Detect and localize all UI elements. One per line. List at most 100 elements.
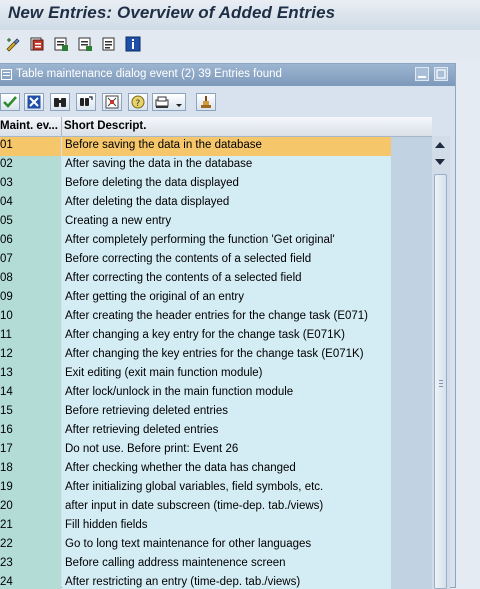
- display-change-icon[interactable]: [5, 36, 21, 52]
- cell-maint-event[interactable]: 09: [0, 289, 61, 308]
- table-row[interactable]: 13 Exit editing (exit main function modul…: [0, 365, 432, 384]
- cell-short-description[interactable]: Before retrieving deleted entries: [62, 403, 391, 422]
- sort-icon[interactable]: [196, 93, 216, 111]
- cell-maint-event[interactable]: 20: [0, 498, 61, 517]
- cell-maint-event[interactable]: 06: [0, 232, 61, 251]
- cell-short-description[interactable]: After correcting the contents of a selec…: [62, 270, 391, 289]
- cell-short-description[interactable]: After lock/unlock in the main function m…: [62, 384, 391, 403]
- table-row[interactable]: 14 After lock/unlock in the main function…: [0, 384, 432, 403]
- cell-short-description[interactable]: After changing the key entries for the c…: [62, 346, 391, 365]
- cell-maint-event[interactable]: 21: [0, 517, 61, 536]
- table-row[interactable]: 08 After correcting the contents of a sel…: [0, 270, 432, 289]
- cell-short-description[interactable]: After restricting an entry (time-dep. ta…: [62, 574, 391, 589]
- cell-maint-event[interactable]: 02: [0, 156, 61, 175]
- cell-maint-event[interactable]: 11: [0, 327, 61, 346]
- table-row[interactable]: 16 After retrieving deleted entries: [0, 422, 432, 441]
- cell-short-description[interactable]: After saving the data in the database: [62, 156, 391, 175]
- table-row[interactable]: 01 Before saving the data in the database: [0, 137, 432, 156]
- scroll-down-icon[interactable]: [435, 159, 445, 165]
- cell-short-description[interactable]: Before calling address maintenence scree…: [62, 555, 391, 574]
- cell-maint-event[interactable]: 22: [0, 536, 61, 555]
- cell-maint-event[interactable]: 15: [0, 403, 61, 422]
- restore-button[interactable]: [434, 67, 448, 81]
- table-row[interactable]: 11 After changing a key entry for the cha…: [0, 327, 432, 346]
- cell-short-description[interactable]: Before deleting the data displayed: [62, 175, 391, 194]
- select-block-icon[interactable]: [77, 36, 93, 52]
- cell-short-description[interactable]: After deleting the data displayed: [62, 194, 391, 213]
- cell-maint-event[interactable]: 13: [0, 365, 61, 384]
- cell-maint-event[interactable]: 16: [0, 422, 61, 441]
- cell-maint-event[interactable]: 04: [0, 194, 61, 213]
- cell-short-description[interactable]: Fill hidden fields: [62, 517, 391, 536]
- continue-check-icon[interactable]: [0, 93, 20, 111]
- cell-short-description[interactable]: Before correcting the contents of a sele…: [62, 251, 391, 270]
- cell-short-description[interactable]: After completely performing the function…: [62, 232, 391, 251]
- table-row[interactable]: 24 After restricting an entry (time-dep. …: [0, 574, 432, 589]
- scroll-up-icon[interactable]: [435, 142, 445, 148]
- cell-maint-event-value: 09: [0, 291, 13, 303]
- cell-maint-event[interactable]: 14: [0, 384, 61, 403]
- minimize-button[interactable]: [415, 67, 429, 81]
- table-row[interactable]: 02 After saving the data in the database: [0, 156, 432, 175]
- cell-short-description-value: After restricting an entry (time-dep. ta…: [65, 576, 301, 588]
- select-all-icon[interactable]: [29, 36, 45, 52]
- cell-short-description[interactable]: after input in date subscreen (time-dep.…: [62, 498, 391, 517]
- cell-maint-event[interactable]: 19: [0, 479, 61, 498]
- cell-short-description[interactable]: Before saving the data in the database: [62, 137, 391, 156]
- table-row[interactable]: 09 After getting the original of an entry: [0, 289, 432, 308]
- table-row[interactable]: 23 Before calling address maintenence scr…: [0, 555, 432, 574]
- cell-maint-event[interactable]: 12: [0, 346, 61, 365]
- cell-short-description[interactable]: After getting the original of an entry: [62, 289, 391, 308]
- table-row[interactable]: 10 After creating the header entries for …: [0, 308, 432, 327]
- table-row[interactable]: 07 Before correcting the contents of a se…: [0, 251, 432, 270]
- print-list-icon[interactable]: [152, 93, 186, 111]
- find-next-icon[interactable]: [76, 93, 96, 111]
- cell-maint-event[interactable]: 18: [0, 460, 61, 479]
- cell-maint-event[interactable]: 10: [0, 308, 61, 327]
- cell-short-description-value: Before correcting the contents of a sele…: [65, 253, 312, 265]
- table-row[interactable]: 20 after input in date subscreen (time-de…: [0, 498, 432, 517]
- table-row[interactable]: 18 After checking whether the data has ch…: [0, 460, 432, 479]
- cell-short-description[interactable]: After creating the header entries for th…: [62, 308, 391, 327]
- cell-maint-event[interactable]: 08: [0, 270, 61, 289]
- cell-maint-event-value: 21: [0, 519, 13, 531]
- table-row[interactable]: 22 Go to long text maintenance for other …: [0, 536, 432, 555]
- table-row[interactable]: 17 Do not use. Before print: Event 26: [0, 441, 432, 460]
- table-row[interactable]: 12 After changing the key entries for the…: [0, 346, 432, 365]
- cell-short-description[interactable]: Creating a new entry: [62, 213, 391, 232]
- cell-short-description[interactable]: Do not use. Before print: Event 26: [62, 441, 391, 460]
- column-header-short-description[interactable]: Short Descript.: [64, 120, 146, 132]
- table-row[interactable]: 15 Before retrieving deleted entries: [0, 403, 432, 422]
- cell-maint-event[interactable]: 07: [0, 251, 61, 270]
- print-icon[interactable]: [101, 36, 117, 52]
- cell-maint-event-value: 14: [0, 386, 13, 398]
- cancel-icon[interactable]: [24, 93, 44, 111]
- deselect-all-icon[interactable]: [53, 36, 69, 52]
- cell-short-description[interactable]: Exit editing (exit main function module): [62, 365, 391, 384]
- table-row[interactable]: 06 After completely performing the functi…: [0, 232, 432, 251]
- column-header-maint-event[interactable]: Maint. ev...: [0, 120, 60, 132]
- cell-short-description[interactable]: After initializing global variables, fie…: [62, 479, 391, 498]
- cell-maint-event[interactable]: 23: [0, 555, 61, 574]
- cell-maint-event[interactable]: 03: [0, 175, 61, 194]
- help-icon[interactable]: ?: [128, 93, 148, 111]
- table-row[interactable]: 05 Creating a new entry: [0, 213, 432, 232]
- table-row[interactable]: 19 After initializing global variables, f…: [0, 479, 432, 498]
- cell-short-description[interactable]: After checking whether the data has chan…: [62, 460, 391, 479]
- table-row[interactable]: 03 Before deleting the data displayed: [0, 175, 432, 194]
- table-row[interactable]: 21 Fill hidden fields: [0, 517, 432, 536]
- scroll-thumb[interactable]: [434, 174, 447, 589]
- cell-short-description[interactable]: Go to long text maintenance for other la…: [62, 536, 391, 555]
- table-row[interactable]: 04 After deleting the data displayed: [0, 194, 432, 213]
- cell-maint-event[interactable]: 01: [0, 137, 61, 156]
- filter-icon[interactable]: [102, 93, 122, 111]
- cell-short-description[interactable]: After changing a key entry for the chang…: [62, 327, 391, 346]
- vertical-scrollbar[interactable]: [432, 136, 450, 589]
- info-icon[interactable]: [125, 36, 141, 52]
- cell-maint-event[interactable]: 05: [0, 213, 61, 232]
- dialog-title-bar[interactable]: Table maintenance dialog event (2) 39 En…: [0, 64, 455, 86]
- cell-maint-event[interactable]: 24: [0, 574, 61, 589]
- cell-maint-event[interactable]: 17: [0, 441, 61, 460]
- find-icon[interactable]: [50, 93, 70, 111]
- cell-short-description[interactable]: After retrieving deleted entries: [62, 422, 391, 441]
